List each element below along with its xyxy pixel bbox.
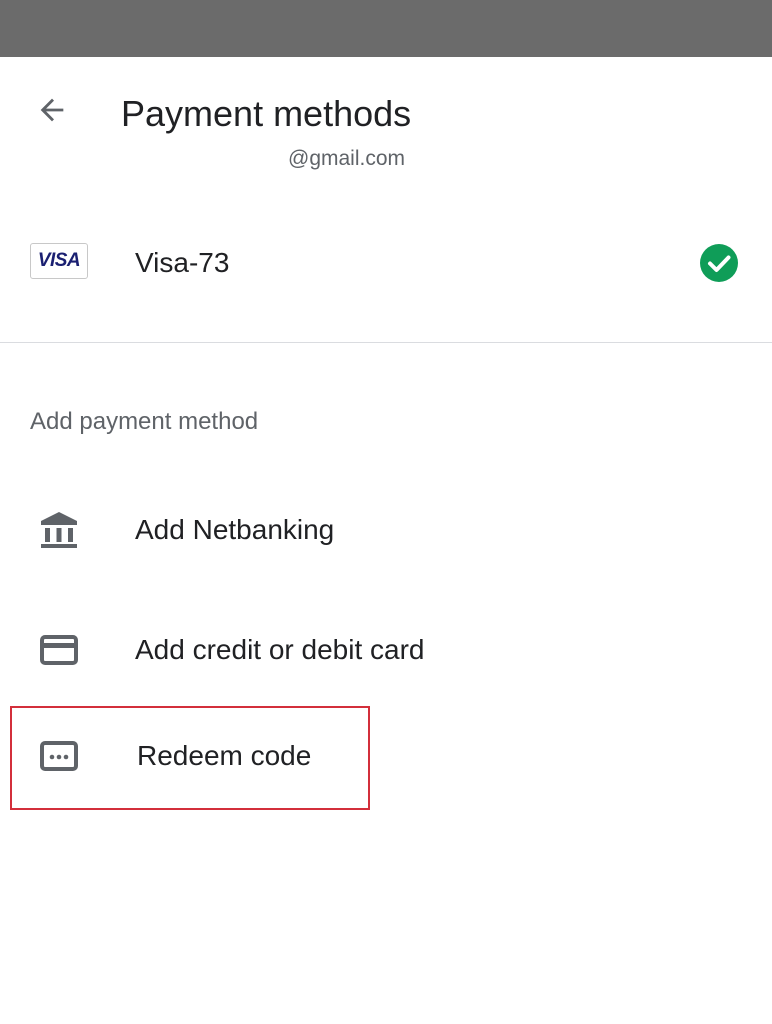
add-netbanking-button[interactable]: Add Netbanking (0, 490, 772, 570)
add-card-label: Add credit or debit card (135, 634, 425, 665)
arrow-back-icon (40, 98, 64, 122)
app-header: Payment methods @gmail.com (0, 57, 772, 197)
redeem-code-label: Redeem code (137, 740, 312, 771)
check-circle-icon (700, 244, 738, 282)
add-card-button[interactable]: Add credit or debit card (0, 610, 772, 690)
status-bar (0, 0, 772, 57)
divider (0, 342, 772, 343)
add-payment-heading: Add payment method (30, 408, 259, 435)
visa-logo: VISA (30, 243, 88, 279)
saved-card-row[interactable]: VISA Visa-73 (0, 222, 772, 306)
visa-logo-text: VISA (37, 250, 81, 271)
credit-card-icon (38, 630, 80, 670)
redeem-code-icon (38, 736, 80, 776)
back-button[interactable] (22, 85, 82, 135)
bank-icon (38, 510, 80, 550)
saved-card-label: Visa-73 (135, 247, 230, 278)
add-netbanking-label: Add Netbanking (135, 514, 335, 545)
account-email: @gmail.com (288, 147, 406, 170)
redeem-code-button[interactable]: Redeem code (0, 716, 772, 796)
page-title: Payment methods (121, 93, 412, 134)
